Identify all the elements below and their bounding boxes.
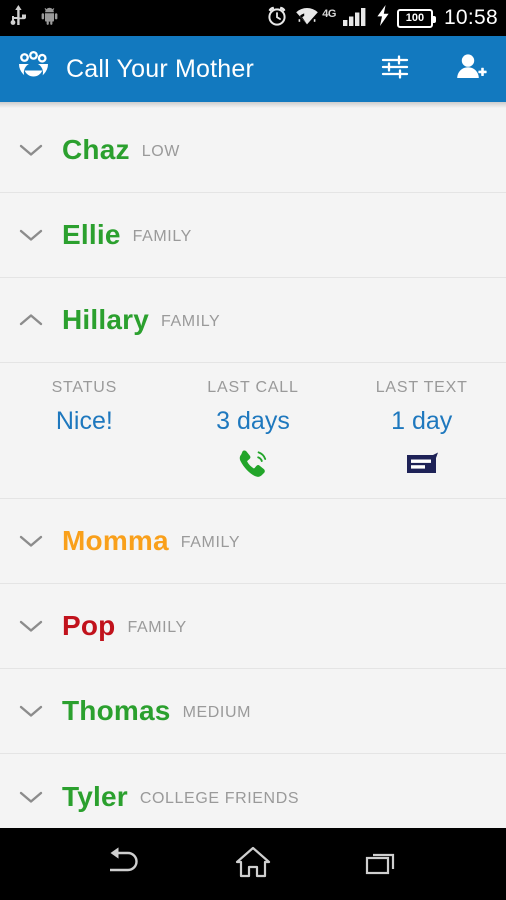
add-contact-button[interactable] (454, 52, 488, 86)
detail-columns: STATUS Nice! LAST CALL 3 days LAST TEXT … (0, 379, 506, 436)
home-icon (234, 845, 272, 884)
recents-button[interactable] (353, 841, 411, 887)
detail-actions (0, 448, 506, 484)
app-title: Call Your Mother (66, 54, 255, 83)
navigation-bar (0, 828, 506, 900)
chevron-up-icon[interactable] (0, 312, 62, 328)
contact-name: Tyler (62, 780, 128, 812)
chevron-down-icon[interactable] (0, 227, 62, 243)
android-icon (41, 6, 58, 30)
app-bar: Call Your Mother (0, 36, 506, 102)
status-bar-right-icons: 4G 100 10:58 (266, 5, 498, 32)
charging-icon (376, 5, 390, 31)
chevron-down-icon[interactable] (0, 142, 62, 158)
back-arrow-icon (102, 845, 146, 884)
chevron-down-icon[interactable] (0, 703, 62, 719)
contact-name: Hillary (62, 304, 149, 335)
contact-tag: FAMILY (180, 534, 241, 551)
detail-column-last-text: LAST TEXT 1 day (337, 379, 506, 436)
alarm-icon (266, 5, 288, 32)
chevron-down-icon[interactable] (0, 533, 62, 549)
detail-label: LAST CALL (207, 379, 299, 396)
status-bar: 4G 100 10:58 (0, 0, 506, 36)
home-button[interactable] (224, 841, 282, 887)
phone-call-icon (236, 448, 270, 485)
battery-level-label: 100 (405, 11, 425, 24)
contact-row-momma[interactable]: Momma FAMILY (0, 499, 506, 584)
contact-name: Pop (62, 610, 116, 641)
clock-label: 10:58 (443, 6, 498, 29)
contact-tag: LOW (141, 143, 180, 160)
back-button[interactable] (95, 841, 153, 887)
app-bar-shadow (0, 102, 506, 108)
contact-detail-panel: STATUS Nice! LAST CALL 3 days LAST TEXT … (0, 363, 506, 499)
usb-icon (10, 4, 27, 32)
message-icon (405, 451, 439, 482)
wifi-icon (295, 5, 319, 31)
signal-icon (342, 6, 369, 31)
contact-name: Ellie (62, 219, 121, 250)
recents-icon (364, 846, 400, 883)
contact-row-tyler[interactable]: Tyler COLLEGE FRIENDS (0, 754, 506, 828)
contact-name: Thomas (62, 695, 171, 726)
app-bar-actions (378, 52, 488, 86)
contact-tag: MEDIUM (182, 704, 252, 721)
contact-name: Momma (62, 525, 169, 556)
detail-column-status: STATUS Nice! (0, 379, 169, 436)
chevron-down-icon[interactable] (0, 618, 62, 634)
detail-value: 3 days (216, 407, 290, 435)
contact-row-thomas[interactable]: Thomas MEDIUM (0, 669, 506, 754)
contact-tag: FAMILY (161, 313, 221, 330)
contact-row-ellie[interactable]: Ellie FAMILY (0, 193, 506, 278)
detail-value: Nice! (55, 407, 113, 435)
contact-tag: COLLEGE FRIENDS (139, 789, 300, 807)
contact-row-pop[interactable]: Pop FAMILY (0, 584, 506, 669)
person-add-icon (455, 52, 487, 87)
contact-name: Chaz (62, 134, 130, 165)
filter-button[interactable] (378, 52, 412, 86)
contact-list: Chaz LOW Ellie FAMILY Hillary FAMILY STA… (0, 108, 506, 828)
detail-value: 1 day (391, 407, 453, 435)
contact-row-chaz[interactable]: Chaz LOW (0, 108, 506, 193)
text-button[interactable] (337, 448, 506, 484)
detail-label: LAST TEXT (375, 379, 468, 396)
call-button[interactable] (169, 448, 338, 484)
chevron-down-icon[interactable] (0, 789, 62, 805)
tune-sliders-icon (380, 52, 410, 87)
network-type-label: 4G (322, 7, 336, 20)
status-bar-left-icons (10, 4, 58, 32)
detail-label: STATUS (51, 379, 118, 396)
contact-tag: FAMILY (132, 228, 192, 245)
detail-action-spacer (0, 448, 169, 484)
detail-column-last-call: LAST CALL 3 days (169, 379, 338, 436)
phone-screen: 4G 100 10:58 Call Your Mother Chaz LOW E… (0, 0, 506, 900)
app-logo-icon (14, 50, 52, 88)
contact-row-hillary[interactable]: Hillary FAMILY (0, 278, 506, 363)
contact-tag: FAMILY (127, 619, 187, 636)
battery-icon: 100 (396, 8, 436, 28)
